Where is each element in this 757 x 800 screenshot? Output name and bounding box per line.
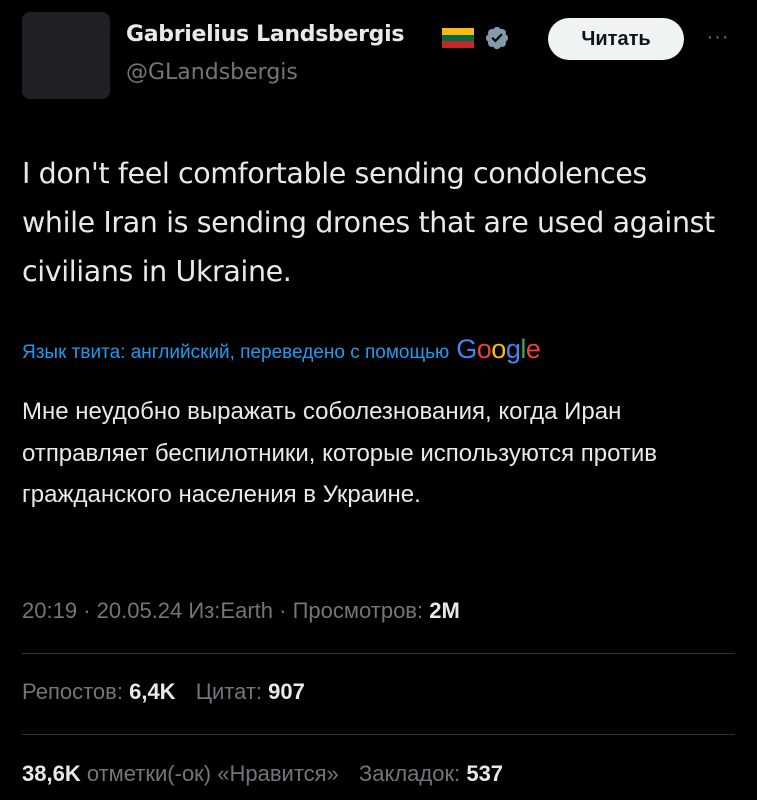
quotes-label: Цитат: <box>195 679 263 704</box>
tweet-meta: 20:19 · 20.05.24 Из:Earth · Просмотров: … <box>22 598 460 624</box>
follow-button[interactable]: Читать <box>548 18 684 60</box>
divider <box>22 653 735 654</box>
views-count: 2M <box>429 598 460 623</box>
divider <box>22 734 735 735</box>
translated-tweet-text: Мне неудобно выражать соболезнования, ко… <box>22 398 658 508</box>
google-logo-letter: e <box>525 334 541 364</box>
author-handle[interactable]: @GLandsbergis <box>126 60 298 85</box>
bookmarks-stat[interactable]: Закладок: 537 <box>359 761 503 786</box>
translation-note[interactable]: Язык твита: английский, переведено с пом… <box>22 334 541 365</box>
google-logo: Google <box>456 334 541 365</box>
tweet-source: Из:Earth <box>188 598 274 623</box>
reposts-label: Репостов: <box>22 679 123 704</box>
google-logo-letter: o <box>491 334 506 364</box>
bookmarks-label: Закладок: <box>358 761 461 786</box>
google-logo-letter: g <box>505 334 521 364</box>
translation-link[interactable]: Язык твита: английский, переведено с пом… <box>22 342 449 364</box>
more-options-icon[interactable]: ··· <box>704 25 732 49</box>
meta-separator: · <box>83 598 97 623</box>
google-logo-letter: G <box>456 334 477 364</box>
tweet-date[interactable]: 20.05.24 <box>97 598 183 623</box>
quotes-stat[interactable]: Цитат: 907 <box>196 679 305 704</box>
engagement-stats-row: Репостов: 6,4K Цитат: 907 <box>22 679 319 705</box>
verified-badge-icon[interactable] <box>484 25 510 51</box>
author-display-name[interactable]: Gabrielius Landsbergis <box>126 22 404 47</box>
likes-bookmarks-row: 38,6K отметки(-ок) «Нравится» Закладок: … <box>22 761 517 787</box>
quotes-count: 907 <box>268 679 305 704</box>
meta-separator: · <box>279 598 293 623</box>
bookmarks-count: 537 <box>466 761 504 786</box>
tweet-text: I don't feel comfortable sending condole… <box>22 157 715 288</box>
reposts-stat[interactable]: Репостов: 6,4K <box>22 679 182 704</box>
likes-stat[interactable]: 38,6K отметки(-ок) «Нравится» <box>22 761 345 786</box>
tweet-time[interactable]: 20:19 <box>22 598 77 623</box>
avatar[interactable] <box>22 12 110 99</box>
google-logo-letter: o <box>476 334 492 364</box>
views-label: Просмотров: <box>292 598 424 623</box>
lithuania-flag-icon <box>442 28 474 49</box>
likes-label: отметки(-ок) «Нравится» <box>86 761 339 786</box>
reposts-count: 6,4K <box>129 679 176 704</box>
likes-count: 38,6K <box>22 761 81 786</box>
